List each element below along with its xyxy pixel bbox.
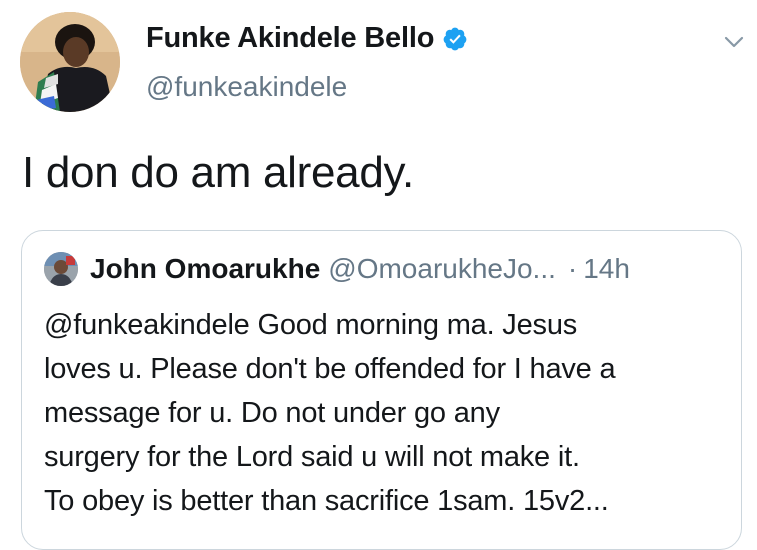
quoted-author-name[interactable]: John Omoarukhe xyxy=(90,253,320,284)
quoted-text: @funkeakindele Good morning ma. Jesus lo… xyxy=(44,303,734,523)
quoted-text-line: To obey is better than sacrifice 1sam. 1… xyxy=(44,485,609,517)
author-name-text[interactable]: Funke Akindele Bello xyxy=(146,22,434,55)
quoted-text-line: @funkeakindele Good morning ma. Jesus xyxy=(44,309,578,341)
quoted-timestamp[interactable]: 14h xyxy=(583,253,630,284)
author-avatar[interactable] xyxy=(20,12,120,112)
author-name[interactable]: Funke Akindele Bello xyxy=(146,22,468,55)
quoted-text-line: message for u. Do not under go any xyxy=(44,397,500,429)
quoted-author-avatar[interactable] xyxy=(44,252,78,286)
avatar-image xyxy=(20,12,120,112)
quoted-text-line: loves u. Please don't be offended for I … xyxy=(44,353,616,385)
quoted-avatar-image xyxy=(44,252,78,286)
quoted-text-line: surgery for the Lord said u will not mak… xyxy=(44,441,580,473)
tweet-text: I don do am already. xyxy=(22,148,414,197)
quoted-separator: · xyxy=(567,253,578,284)
tweet-card: Funke Akindele Bello @funkeakindele I do… xyxy=(0,0,757,550)
quoted-author-handle[interactable]: @OmoarukheJo... xyxy=(328,253,556,284)
author-handle[interactable]: @funkeakindele xyxy=(146,71,347,103)
chevron-down-icon[interactable] xyxy=(722,30,746,54)
quoted-tweet[interactable]: John Omoarukhe @OmoarukheJo... · 14h @funke… xyxy=(21,230,742,550)
quoted-header: John Omoarukhe @OmoarukheJo... · 14h xyxy=(90,251,630,287)
verified-badge-icon xyxy=(442,26,468,52)
